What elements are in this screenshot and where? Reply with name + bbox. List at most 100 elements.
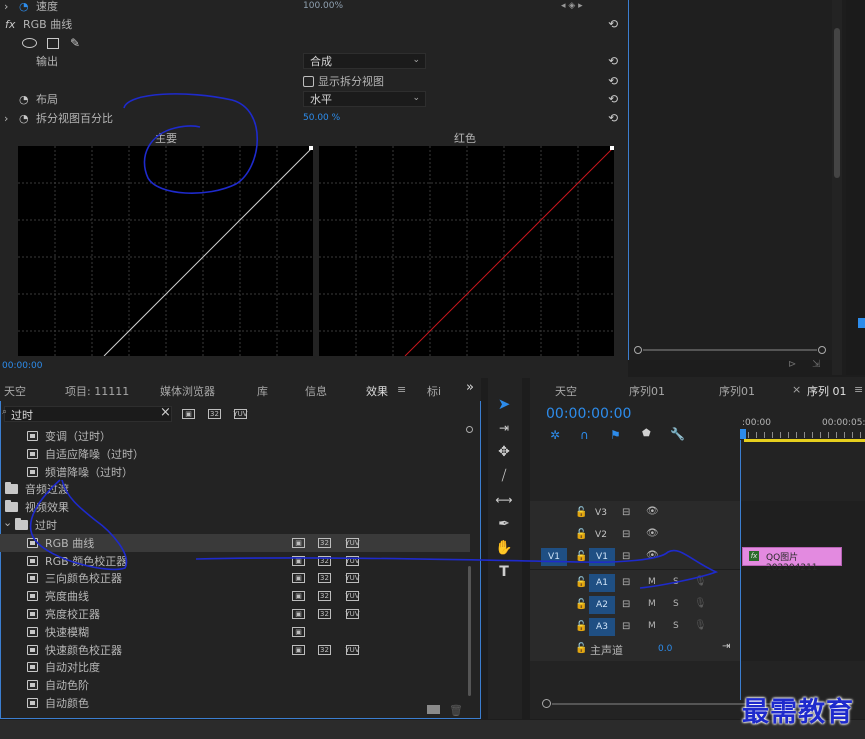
slip-tool-icon[interactable]: ⟷ — [493, 489, 515, 511]
stopwatch-icon[interactable]: ◔ — [19, 93, 29, 106]
stopwatch-icon[interactable]: ◔ — [19, 0, 29, 13]
timeline-tab-seq-active[interactable]: 序列 01 — [807, 383, 847, 403]
tab-library[interactable]: 库 — [257, 383, 268, 399]
add-marker-flag-icon[interactable]: ⚑ — [610, 428, 621, 442]
track-label-a3[interactable]: A3 — [589, 618, 615, 636]
timeline-menu-icon[interactable]: ≡ — [854, 383, 863, 396]
mute-button[interactable]: M — [648, 621, 656, 631]
sync-lock-icon[interactable]: ⊟ — [622, 599, 630, 610]
lock-icon[interactable]: 🔓 — [575, 643, 587, 654]
go-to-end-icon[interactable]: ⇥ — [722, 641, 730, 652]
sync-lock-icon[interactable]: ⊟ — [622, 551, 630, 562]
marker-icon[interactable]: ⬟ — [642, 428, 651, 439]
master-volume-value[interactable]: 0.0 — [658, 644, 672, 654]
effects-list-scrollbar[interactable] — [466, 426, 473, 701]
reset-icon[interactable]: ⟲ — [608, 18, 620, 30]
tab-info[interactable]: 信息 — [305, 383, 327, 399]
panel-menu-icon[interactable]: ≡ — [397, 383, 406, 396]
track-label-a1[interactable]: A1 — [589, 574, 615, 592]
keyframe-scrollbar[interactable] — [634, 346, 826, 354]
lock-icon[interactable]: 🔓 — [575, 599, 587, 610]
video-clip[interactable]: fx QQ图片202204211 — [742, 547, 842, 573]
effect-item[interactable]: RGB 颜色校正器 ▣ 32 YUV — [0, 552, 470, 570]
effect-item[interactable]: 快速颜色校正器 ▣ 32 YUV — [0, 641, 470, 659]
eye-icon[interactable]: 👁 — [646, 550, 659, 561]
keyframe-nav-icon[interactable]: ◂ ◈ ▸ — [561, 1, 583, 11]
effect-item[interactable]: 三向颜色校正器 ▣ 32 YUV — [0, 569, 470, 587]
playhead-icon[interactable] — [740, 429, 746, 439]
pen-mask-icon[interactable]: ✎ — [70, 36, 80, 50]
reset-icon[interactable]: ⟲ — [608, 112, 620, 124]
effect-item[interactable]: 自动色阶 — [0, 676, 470, 694]
close-tab-icon[interactable]: × — [792, 383, 801, 396]
tab-sky[interactable]: 天空 — [4, 383, 26, 399]
effects-search-input[interactable]: 过时 — [11, 407, 33, 423]
new-bin-icon[interactable] — [427, 705, 440, 714]
effects-folder[interactable]: ⌄ 过时 — [0, 516, 470, 534]
reset-icon[interactable]: ⟲ — [608, 75, 620, 87]
expand-arrow-icon[interactable]: › — [4, 0, 8, 13]
split-view-checkbox[interactable] — [303, 75, 314, 87]
reset-icon[interactable]: ⟲ — [608, 55, 620, 67]
type-tool-icon[interactable]: T — [493, 561, 515, 583]
timeline-tab-seq1[interactable]: 序列01 — [629, 383, 665, 399]
reset-icon[interactable]: ⟲ — [608, 93, 620, 105]
lock-icon[interactable]: 🔓 — [575, 529, 587, 540]
mute-button[interactable]: M — [648, 577, 656, 587]
speed-value[interactable]: 100.00% — [303, 1, 343, 11]
source-patch-v1[interactable]: V1 — [541, 548, 567, 566]
solo-button[interactable]: S — [673, 621, 679, 631]
solo-button[interactable]: S — [673, 577, 679, 587]
lock-icon[interactable]: 🔓 — [575, 621, 587, 632]
track-label-v2[interactable]: V2 — [589, 526, 613, 544]
mic-icon[interactable]: 🎙 — [694, 576, 707, 587]
pen-tool-icon[interactable]: ✒ — [493, 513, 515, 535]
effects-folder[interactable]: 视频效果 — [0, 498, 470, 516]
time-ruler[interactable]: :00:00 00:00:05:0 — [740, 401, 865, 443]
red-curve-graph[interactable] — [319, 146, 614, 356]
rect-mask-icon[interactable] — [47, 37, 59, 49]
effect-item[interactable]: RGB 曲线 ▣ 32 YUV — [0, 533, 470, 552]
wrench-icon[interactable]: 🔧 — [670, 427, 685, 441]
play-only-icon[interactable]: ⊳ — [788, 359, 796, 370]
effects-folder[interactable]: 音频过渡 — [0, 480, 470, 498]
mic-icon[interactable]: 🎙 — [694, 598, 707, 609]
tab-effects[interactable]: 效果 — [366, 383, 388, 403]
delete-icon[interactable]: 🗑 — [449, 704, 463, 717]
linked-selection-icon[interactable]: ∩ — [580, 428, 589, 442]
sync-lock-icon[interactable]: ⊟ — [622, 507, 630, 518]
sync-lock-icon[interactable]: ⊟ — [622, 621, 630, 632]
effect-item[interactable]: 频谱降噪（过时） — [0, 463, 470, 481]
track-label-v3[interactable]: V3 — [589, 504, 613, 522]
expand-arrow-icon[interactable]: › — [4, 112, 8, 125]
track-content-area[interactable] — [741, 501, 865, 661]
effect-item[interactable]: 亮度曲线 ▣ 32 YUV — [0, 587, 470, 605]
lock-icon[interactable]: 🔓 — [575, 577, 587, 588]
timeline-timecode[interactable]: 00:00:00:00 — [546, 406, 631, 422]
sync-lock-icon[interactable]: ⊟ — [622, 577, 630, 588]
tab-media-browser[interactable]: 媒体浏览器 — [160, 383, 215, 399]
effect-item[interactable]: 变调（过时） — [0, 427, 470, 445]
stopwatch-icon[interactable]: ◔ — [19, 112, 29, 125]
tab-project[interactable]: 项目: 11111 — [65, 383, 129, 399]
effect-item[interactable]: 自动对比度 — [0, 658, 470, 676]
track-select-tool-icon[interactable]: ⇥ — [493, 417, 515, 439]
speed-row[interactable]: › ◔ 速度 100.00% ◂ ◈ ▸ — [0, 0, 628, 15]
effect-item[interactable]: 自动颜色 — [0, 694, 470, 712]
track-label-a2[interactable]: A2 — [589, 596, 615, 614]
ellipse-mask-icon[interactable] — [22, 38, 37, 48]
more-tabs-icon[interactable]: » — [466, 380, 474, 395]
ripple-edit-tool-icon[interactable]: ✥ — [493, 441, 515, 463]
effect-item[interactable]: 亮度校正器 ▣ 32 YUV — [0, 605, 470, 623]
razor-tool-icon[interactable]: ⧸ — [493, 465, 515, 487]
accelerated-filter-icon[interactable]: ▣ — [182, 409, 195, 419]
effect-controls-timecode[interactable]: 00:00:00 — [2, 361, 42, 371]
master-curve-graph[interactable] — [18, 146, 313, 356]
output-dropdown[interactable]: 合成 ⌄ — [303, 53, 426, 69]
mic-icon[interactable]: 🎙 — [694, 620, 707, 631]
sync-lock-icon[interactable]: ⊟ — [622, 529, 630, 540]
selection-tool-icon[interactable]: ➤ — [493, 393, 515, 415]
track-label-v1[interactable]: V1 — [589, 548, 615, 566]
eye-icon[interactable]: 👁 — [646, 506, 659, 517]
hand-tool-icon[interactable]: ✋ — [493, 537, 515, 559]
